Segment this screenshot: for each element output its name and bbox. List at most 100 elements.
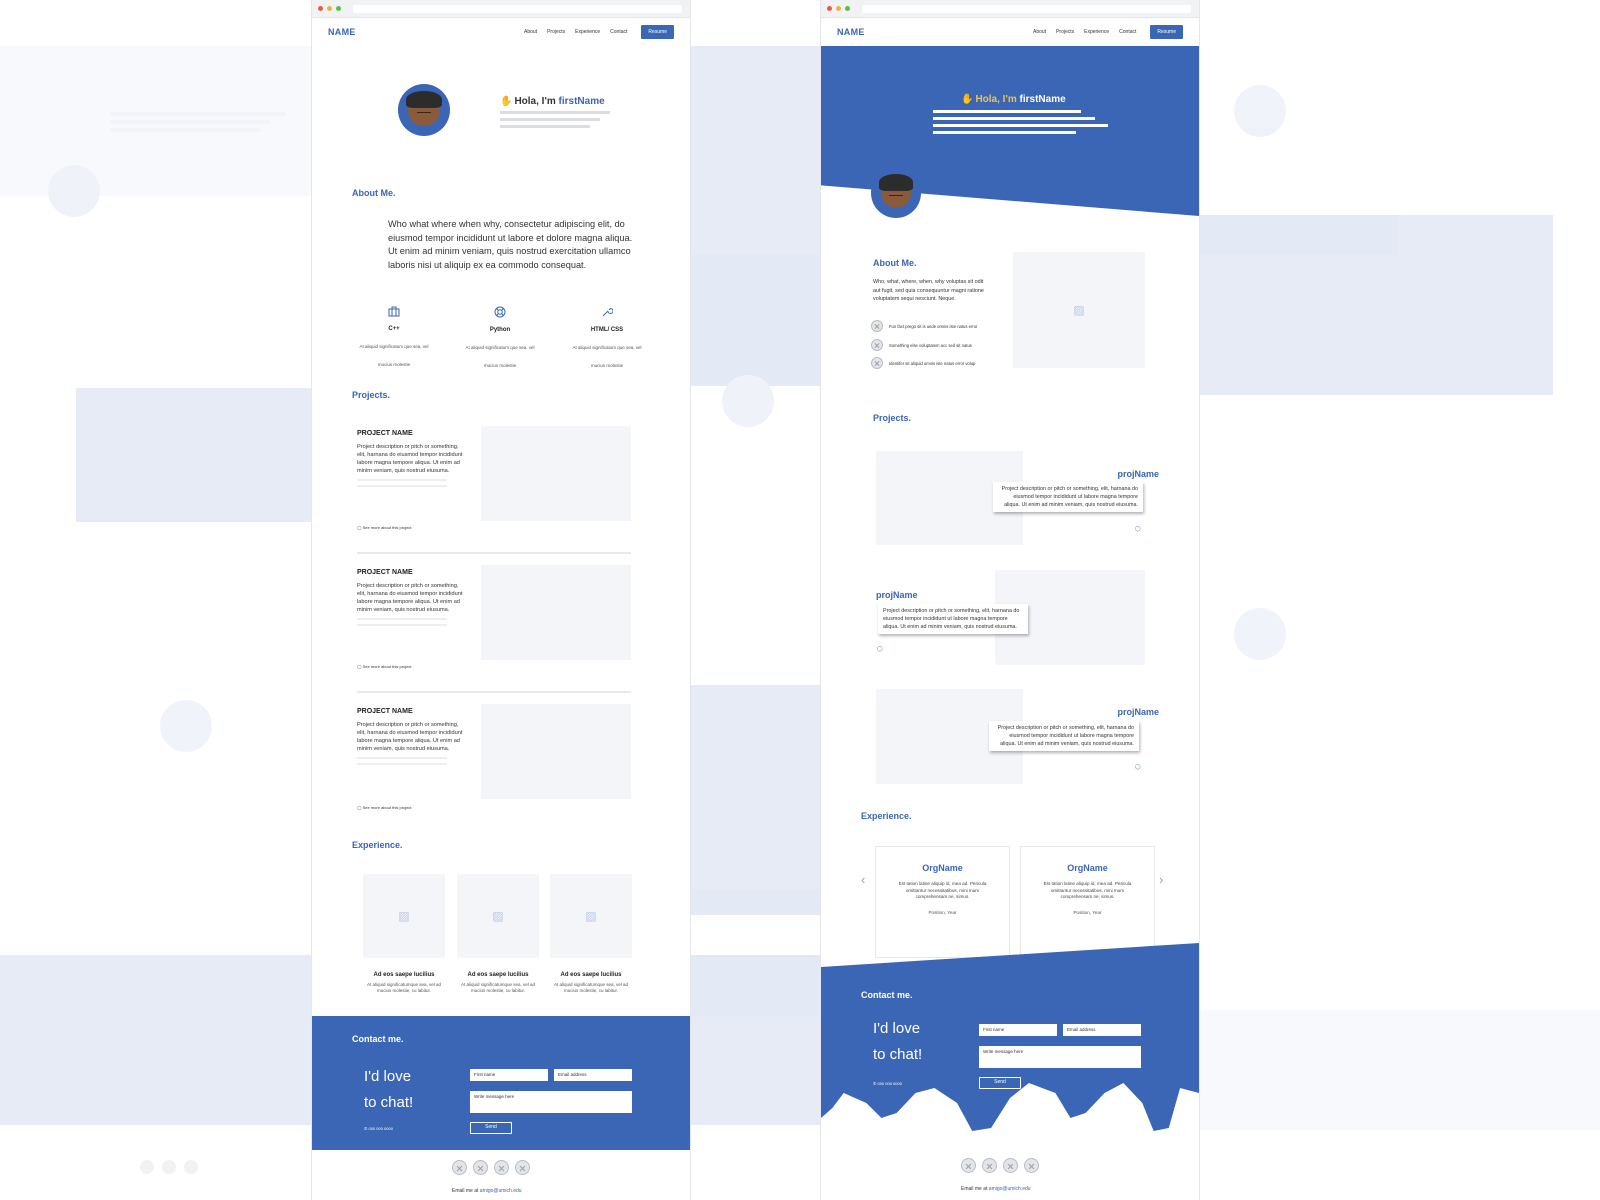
project-link[interactable]: ◯ See more about this project [357,664,412,669]
experience-title-text: Ad eos saepe lucilius [467,972,529,978]
contact-section: Contact me. I'd love to chat! First name… [821,943,1199,1131]
close-circle-icon [871,339,883,351]
skill-name: Python [489,327,511,333]
email-link[interactable]: amigo@umich.edu [480,1188,522,1194]
ghost-mockup-right [1199,0,1600,1200]
experience-title-text: Ad eos saepe lucilius [373,972,435,978]
avatar [871,168,921,218]
email-field[interactable]: Email address [554,1069,632,1081]
chevron-left-icon[interactable]: ‹ [861,872,865,887]
maximize-dot-icon[interactable] [336,6,341,11]
github-icon[interactable]: ◯ [1135,764,1141,770]
email-link[interactable]: amigo@umich.edu [989,1186,1031,1192]
close-dot-icon[interactable] [827,6,832,11]
github-icon[interactable]: ◯ [877,646,883,652]
org-position: Position, Year [1073,909,1102,915]
github-icon: ◯ [357,664,362,669]
social-icon[interactable] [473,1160,488,1175]
social-icon[interactable] [961,1158,976,1173]
nav-link-projects[interactable]: Projects [1056,29,1074,35]
skill-name: C++ [388,326,400,332]
social-icon[interactable] [1024,1158,1039,1173]
experience-desc: At aliquid significatumque sea, vel ad m… [553,982,629,993]
first-name-field[interactable]: First name [470,1069,548,1081]
fact-row: Identifer sit aliquid omnis iste natus e… [871,357,975,369]
project-link[interactable]: ◯ See more about this project [357,805,412,810]
resume-button[interactable]: Resume [1150,25,1183,39]
nav-link-contact[interactable]: Contact [1119,29,1136,35]
nav-link-about[interactable]: About [1033,29,1046,35]
project-name: projName [1117,707,1159,717]
org-name: OrgName [922,863,963,873]
hero-text-line [500,118,600,121]
contact-headline: I'd love to chat! [364,1064,413,1116]
social-icon[interactable] [515,1160,530,1175]
about-title: About Me. [352,188,396,198]
close-dot-icon[interactable] [318,6,323,11]
contact-title: Contact me. [861,990,913,1000]
github-icon[interactable]: ◯ [1135,526,1141,532]
social-icon[interactable] [494,1160,509,1175]
nav-link-contact[interactable]: Contact [610,29,627,35]
image-placeholder-icon: ▨ [363,874,445,958]
email-field[interactable]: Email address [1063,1024,1141,1036]
hero-greeting: ✋ Hola, I'm firstName [500,96,605,107]
message-field[interactable]: Write message here [979,1046,1141,1068]
image-placeholder-icon: ▨ [1013,252,1145,368]
project-image [481,426,631,521]
social-icon[interactable] [1003,1158,1018,1173]
about-text: Who, what, where, when, why voluptas sit… [873,279,984,302]
first-name: firstName [1019,94,1066,105]
project-name: projName [1117,469,1159,479]
nav-link-experience[interactable]: Experience [1084,29,1109,35]
resume-button[interactable]: Resume [641,25,674,39]
github-icon: ◯ [357,525,362,530]
brand-name[interactable]: NAME [837,27,865,37]
nav-link-about[interactable]: About [524,29,537,35]
nav-link-experience[interactable]: Experience [575,29,600,35]
address-bar[interactable] [353,4,682,13]
org-desc: Est tation latine aliquip id, mea ad. Pe… [1043,881,1132,899]
project-desc-card: Project description or pitch or somethin… [878,604,1028,634]
org-card: OrgName Est tation latine aliquip id, me… [1020,846,1155,958]
project-image [481,565,631,660]
wrench-icon [567,306,647,321]
social-icon[interactable] [452,1160,467,1175]
brand-name[interactable]: NAME [328,27,356,37]
project-card: PROJECT NAME Project description or pitc… [357,565,631,693]
social-icon[interactable] [982,1158,997,1173]
message-field[interactable]: Write message here [470,1091,632,1113]
project-link[interactable]: ◯ See more about this project [357,525,412,530]
send-button[interactable]: Send [979,1077,1021,1089]
phone-number: ✆ 000 000 0000 [364,1126,393,1131]
experience-card: ▨ Ad eos saepe lucilius At aliquid signi… [363,874,445,994]
project-name: projName [876,590,918,600]
headline-line: I'd love [873,1020,921,1037]
experience-title: Experience. [861,811,912,821]
phone-icon: ✆ [873,1081,877,1086]
address-bar[interactable] [862,4,1191,13]
chevron-right-icon[interactable]: › [1159,872,1163,887]
footer-email: Email me at amigo@umich.edu [452,1188,522,1194]
nav-links: About Projects Experience Contact Resume [1033,25,1183,39]
maximize-dot-icon[interactable] [845,6,850,11]
nav-link-projects[interactable]: Projects [547,29,565,35]
send-button[interactable]: Send [470,1122,512,1134]
org-desc: Est tation latine aliquip id, mea ad. Pe… [898,881,987,899]
ghost-mockup-middle [690,0,821,1200]
contact-title: Contact me. [352,1034,404,1044]
first-name-field[interactable]: First name [979,1024,1057,1036]
image-placeholder-icon: ▨ [550,874,632,958]
experience-card: ▨ Ad eos saepe lucilius At aliquid signi… [457,874,539,994]
org-card: OrgName Est tation latine aliquip id, me… [875,846,1010,958]
project-subtext [357,618,447,626]
minimize-dot-icon[interactable] [836,6,841,11]
github-icon: ◯ [357,805,362,810]
hero-text-line [933,124,1108,127]
hero-text-line [933,117,1095,120]
minimize-dot-icon[interactable] [327,6,332,11]
contact-section: Contact me. I'd love to chat! First name… [312,1016,690,1150]
hero-text-line [933,131,1076,134]
phone-icon: ✆ [364,1126,368,1131]
email-label: Email me at [961,1186,988,1192]
